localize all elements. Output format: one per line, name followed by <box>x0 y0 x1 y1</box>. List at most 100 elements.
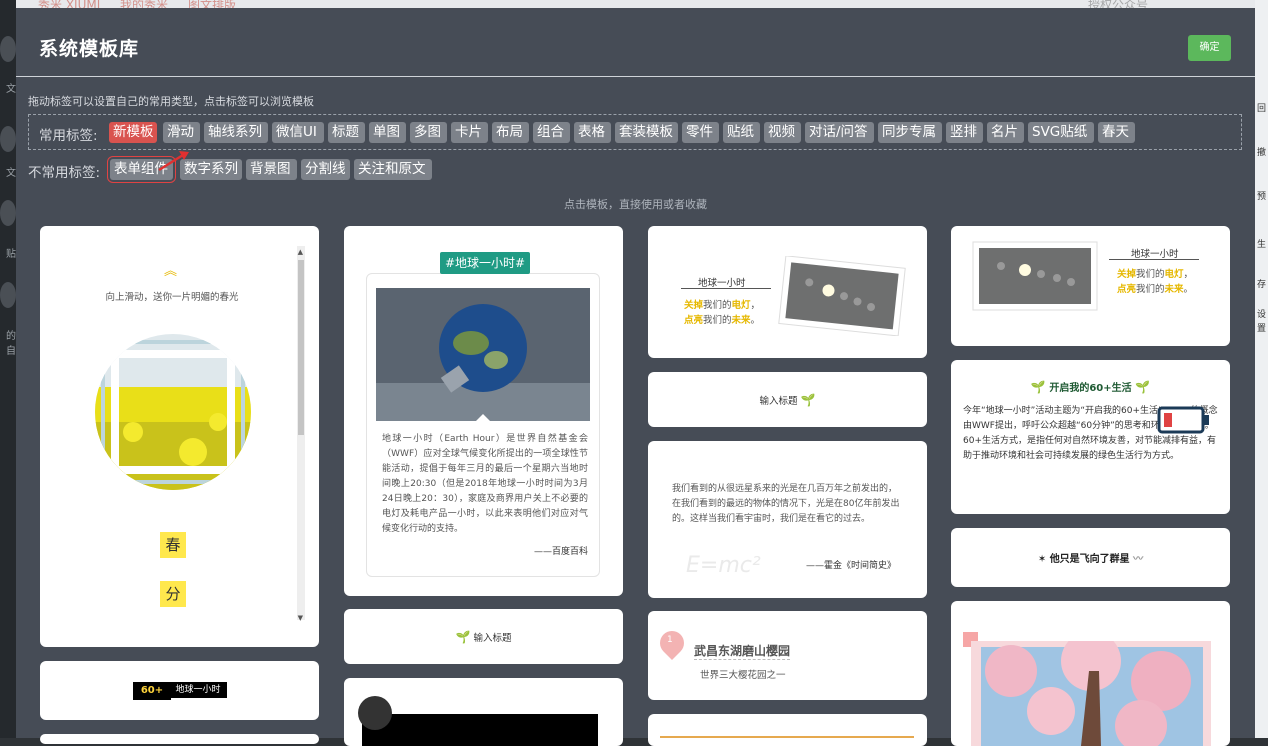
tag-follow-original[interactable]: 关注和原文 <box>354 159 432 180</box>
left-rail-label: 文 <box>6 84 16 95</box>
tag-multi-image[interactable]: 多图 <box>410 122 447 143</box>
modal-title: 系统模板库 <box>39 38 140 60</box>
tag-vertical[interactable]: 竖排 <box>946 122 983 143</box>
earth-small-title: 地球一小时 <box>698 278 746 289</box>
slide-title: 向上滑动，送你一片明媚的春光 <box>105 292 239 303</box>
template-card-slide[interactable]: ︽ 向上滑动，送你一片明媚的春光 春 分 ▲ ▼ <box>40 226 319 647</box>
tag-sync-exclusive[interactable]: 同步专属 <box>878 122 942 143</box>
input-title-label: 输入标题 <box>759 396 798 407</box>
earth-small-title: 地球一小时 <box>1131 249 1179 260</box>
template-card-input-title-a[interactable]: 🌱 输入标题 <box>344 609 623 664</box>
tag-heading[interactable]: 标题 <box>328 122 365 143</box>
earth-small-text: 关掉我们的电灯， 点亮我们的未来。 <box>684 300 761 326</box>
tag-card[interactable]: 卡片 <box>451 122 488 143</box>
wuchang-title: 武昌东湖磨山樱园 <box>694 644 791 660</box>
scroll-up-icon[interactable]: ▲ <box>298 248 303 256</box>
earth-small-line <box>1109 259 1199 260</box>
underlay-right-rail: 回 撤 预 生 存 设 置 <box>1255 0 1268 738</box>
divider <box>16 76 1255 77</box>
tag-namecard[interactable]: 名片 <box>987 122 1024 143</box>
mountain-icon <box>0 282 16 308</box>
scrollbar-thumb[interactable] <box>298 260 304 435</box>
tag-parts[interactable]: 零件 <box>682 122 719 143</box>
battery-icon <box>1157 406 1209 434</box>
input-title-text: 🌱 输入标题 <box>344 630 623 644</box>
tag-axis-series[interactable]: 轴线系列 <box>204 122 268 143</box>
chevron-up-icon: ︽ <box>164 264 178 279</box>
input-title-label: 输入标题 <box>473 633 512 644</box>
card-scrollbar[interactable] <box>297 246 305 620</box>
right-rail-label: 生 <box>1256 240 1266 250</box>
badge-right: 地球一小时 <box>169 682 227 698</box>
rose-icon <box>358 696 392 730</box>
tag-template-set[interactable]: 套装模板 <box>615 122 678 143</box>
hawking-body: 我们看到的从很远星系来的光是在几百万年之前发出的，在我们看到的最远的物体的情况下… <box>672 484 900 524</box>
tag-combo[interactable]: 组合 <box>533 122 570 143</box>
tag-layout[interactable]: 布局 <box>492 122 529 143</box>
tag-video[interactable]: 视频 <box>764 122 801 143</box>
spring-char-2: 分 <box>160 581 186 607</box>
fly-title-row: ✶ 他只是飞向了群星 〰 <box>951 550 1230 565</box>
template-library-modal: 系统模板库 确定 拖动标签可以设置自己的常用类型，点击标签可以浏览模板 常用标签… <box>16 8 1255 746</box>
image-tool-icon <box>0 200 16 226</box>
right-rail-label: 存 <box>1256 280 1266 290</box>
tag-table[interactable]: 表格 <box>574 122 611 143</box>
confirm-button[interactable]: 确定 <box>1188 35 1231 61</box>
right-rail-label: 预 <box>1256 192 1266 202</box>
tag-dialogue-qa[interactable]: 对话/问答 <box>805 122 874 143</box>
pin-number: 1 <box>667 635 673 645</box>
tag-new-template[interactable]: 新模板 <box>109 122 157 143</box>
tag-divider-line[interactable]: 分割线 <box>301 159 350 180</box>
sprout-icon: 🌱 <box>1030 380 1046 394</box>
left-rail-label: 文 <box>6 168 16 179</box>
sixty-title-row: 🌱 开启我的60+生活 🌱 <box>951 379 1230 394</box>
tag-sticker[interactable]: 贴纸 <box>723 122 760 143</box>
tag-single-image[interactable]: 单图 <box>369 122 406 143</box>
star-icon: ✶ <box>1037 554 1047 565</box>
right-rail-label: 置 <box>1256 324 1266 334</box>
text-tool-icon <box>0 36 16 62</box>
uncommon-tags-label: 不常用标签: <box>28 165 101 181</box>
sprout-icon: 🌱 <box>1135 380 1151 394</box>
cherry-blossom-image <box>971 641 1211 746</box>
dark-image <box>362 714 598 746</box>
red-arrow-annotation <box>158 151 189 172</box>
earth-source: ——百度百科 <box>534 547 589 557</box>
tag-background[interactable]: 背景图 <box>246 159 297 180</box>
tag-wechat-ui[interactable]: 微信UI <box>272 122 324 143</box>
fly-title: 他只是飞向了群星 <box>1049 554 1130 565</box>
drag-hint: 拖动标签可以设置自己的常用类型，点击标签可以浏览模板 <box>28 95 314 108</box>
template-card-badge[interactable]: 60+ 地球一小时 <box>40 661 319 720</box>
template-card-dark[interactable] <box>344 678 623 746</box>
earth-bulb-image <box>376 288 590 421</box>
tag-spring[interactable]: 春天 <box>1098 122 1135 143</box>
template-card-hawking[interactable]: E=mc² 我们看到的从很远星系来的光是在几百万年之前发出的，在我们看到的最远的… <box>648 441 927 598</box>
right-rail-label: 回 <box>1256 104 1266 114</box>
template-card-cherry[interactable] <box>951 601 1230 746</box>
earth-banner: #地球一小时# <box>440 252 530 274</box>
template-card-table-partial[interactable] <box>648 714 927 746</box>
wuchang-subtitle: 世界三大樱花园之一 <box>700 670 786 681</box>
sprout-icon: 🌱 <box>455 630 471 644</box>
spring-char-1: 春 <box>160 532 186 558</box>
template-card-earth-small-a[interactable]: 地球一小时 关掉我们的电灯， 点亮我们的未来。 <box>648 226 927 358</box>
left-rail-label: 的自 <box>6 331 16 357</box>
scroll-down-icon[interactable]: ▼ <box>298 614 303 622</box>
template-card-sixty-plus[interactable]: 🌱 开启我的60+生活 🌱 今年“地球一小时”活动主题为“开启我的60+生活”。… <box>951 360 1230 514</box>
right-rail-label: 撤 <box>1256 148 1266 158</box>
template-card-wuchang[interactable]: 1 武昌东湖磨山樱园 世界三大樱花园之一 <box>648 611 927 700</box>
tag-svg-sticker[interactable]: SVG贴纸 <box>1028 122 1094 143</box>
template-card-partial[interactable] <box>40 734 319 744</box>
badge-left: 60+ <box>133 682 171 700</box>
common-tags-label: 常用标签: <box>39 128 98 144</box>
template-tool-icon <box>0 126 16 152</box>
template-card-input-title-b[interactable]: 输入标题 🌱 <box>648 372 927 427</box>
left-rail-label: 贴 <box>6 249 16 260</box>
input-title-text: 输入标题 🌱 <box>648 393 927 407</box>
template-card-earth-small-b[interactable]: 地球一小时 关掉我们的电灯， 点亮我们的未来。 <box>951 226 1230 346</box>
template-card-earth-hour[interactable]: #地球一小时# 地球一小时（Earth Hour）是世界自然基金会（WWF）应对… <box>344 226 623 596</box>
underlay-left-rail: 文 文 贴 的自 <box>0 0 16 738</box>
template-card-fly[interactable]: ✶ 他只是飞向了群星 〰 <box>951 528 1230 587</box>
tag-slide[interactable]: 滑动 <box>163 122 200 143</box>
sixty-title: 开启我的60+生活 <box>1049 383 1132 394</box>
